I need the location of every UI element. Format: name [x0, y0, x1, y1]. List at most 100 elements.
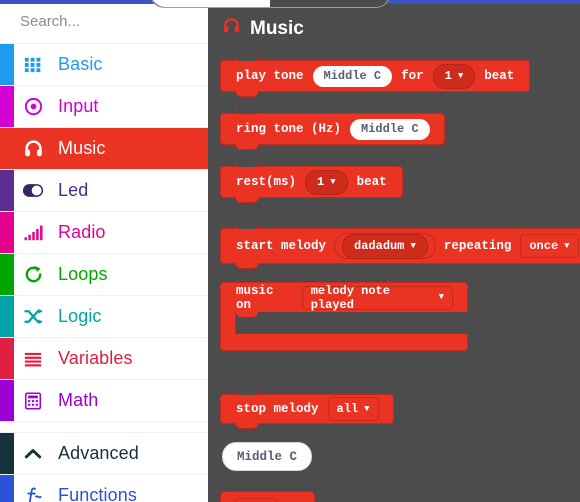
block-label: start melody: [236, 239, 327, 253]
makecode-editor: Basic Input: [0, 0, 580, 502]
sidebar-item-label: Variables: [58, 348, 133, 368]
sidebar-item-music[interactable]: Music: [0, 128, 208, 170]
signal-bars-icon: [22, 222, 44, 244]
headphones-icon: [22, 138, 44, 160]
chevron-down-icon: ▼: [564, 240, 570, 251]
block-rest-ms[interactable]: rest(ms) 1 ▼ beat: [220, 162, 403, 203]
block-play-tone[interactable]: play tone Middle C for 1 ▼ beat: [220, 56, 531, 97]
block-middle-c-reporter[interactable]: Middle C: [222, 442, 313, 471]
sidebar-item-label: Math: [58, 390, 99, 410]
target-icon: [22, 96, 44, 118]
lines-icon: [22, 348, 44, 370]
headphones-icon: [222, 16, 241, 41]
sidebar-item-led[interactable]: Led: [0, 170, 208, 212]
block-label: ring tone (Hz): [236, 122, 342, 136]
loop-arrow-icon: [22, 264, 44, 286]
chevron-down-icon: ▼: [410, 240, 416, 251]
field-value: melody note played: [310, 283, 390, 312]
chevron-down-icon: ▼: [364, 403, 370, 414]
block-label: repeating: [443, 239, 512, 253]
field-value: 1: [444, 69, 452, 83]
block-notch-bottom: [235, 91, 259, 97]
block-notch-top: [235, 162, 259, 167]
block-label: play tone: [236, 69, 304, 83]
field-beat-dropdown[interactable]: 1 ▼: [432, 63, 476, 89]
field-value: all: [336, 402, 359, 416]
field-repeat-dropdown[interactable]: once ▼: [520, 234, 579, 258]
sidebar-item-radio[interactable]: Radio: [0, 212, 208, 254]
field-value: once: [529, 239, 559, 253]
search-input[interactable]: [20, 13, 208, 30]
grid-icon: [22, 54, 44, 76]
sidebar-item-logic[interactable]: Logic: [0, 296, 208, 338]
block-music-on-mouth-notch: [236, 312, 258, 317]
sidebar-item-label: Logic: [58, 306, 102, 326]
sidebar-item-math[interactable]: Math: [0, 380, 208, 422]
category-color-bar: [0, 212, 14, 253]
field-partial-dropdown[interactable]: [235, 498, 277, 502]
toolbox-separator: [0, 422, 208, 433]
sidebar-item-advanced[interactable]: Advanced: [0, 433, 208, 475]
calculator-icon: [22, 390, 44, 412]
category-color-bar: [0, 380, 14, 421]
editor-tab-handle-left: [151, 0, 270, 7]
sidebar-item-input[interactable]: Input: [0, 86, 208, 128]
sidebar-item-label: Music: [58, 138, 106, 158]
sidebar-item-label: Advanced: [58, 443, 139, 463]
function-icon: [22, 485, 44, 502]
category-color-bar: [0, 296, 14, 337]
block-notch-bottom: [235, 423, 259, 429]
field-value: 1: [317, 175, 325, 189]
block-music-on[interactable]: music on melody note played ▼: [220, 282, 468, 351]
block-ring-tone[interactable]: ring tone (Hz) Middle C: [220, 109, 445, 150]
field-event-dropdown[interactable]: melody note played ▼: [301, 283, 453, 312]
field-note[interactable]: Middle C: [312, 65, 393, 87]
block-label: rest(ms): [236, 175, 297, 189]
block-stop-melody[interactable]: stop melody all ▼: [220, 390, 394, 429]
editor-tab-handle[interactable]: [150, 0, 390, 8]
block-music-on-arm: [220, 312, 236, 334]
flyout-title-label: Music: [250, 17, 304, 39]
toggle-icon: [22, 180, 44, 202]
sidebar-item-label: Radio: [58, 222, 106, 242]
block-label: beat: [484, 69, 515, 83]
category-color-bar: [0, 338, 14, 379]
block-label: for: [401, 69, 424, 83]
block-notch-top: [235, 109, 259, 114]
sidebar-item-label: Input: [58, 96, 99, 116]
category-color-bar: [0, 128, 14, 169]
field-melody-wrapper: dadadum ▼: [334, 233, 436, 259]
sidebar-item-variables[interactable]: Variables: [0, 338, 208, 380]
block-music-on-footer: [220, 334, 468, 351]
field-melody-dropdown[interactable]: dadadum ▼: [342, 233, 428, 259]
sidebar-item-label: Basic: [58, 54, 103, 74]
block-notch-bottom: [235, 144, 259, 150]
sidebar-item-functions[interactable]: Functions: [0, 475, 208, 502]
field-value: dadadum: [354, 239, 405, 253]
category-color-bar: [0, 86, 14, 127]
field-beat-dropdown[interactable]: 1 ▼: [305, 169, 348, 195]
category-list: Basic Input Music Led Radio Loops Logic …: [0, 44, 208, 502]
category-color-bar: [0, 170, 14, 211]
toolbox-sidebar: Basic Input: [0, 0, 208, 502]
category-color-bar: [0, 475, 14, 502]
chevron-down-icon: ▼: [438, 292, 444, 302]
category-color-bar: [0, 433, 14, 474]
category-color-bar: [0, 44, 14, 85]
sidebar-item-basic[interactable]: Basic: [0, 44, 208, 86]
chevron-down-icon: ▼: [457, 70, 464, 81]
block-start-melody[interactable]: start melody dadadum ▼ repeating once ▼: [220, 224, 580, 269]
block-music-on-header[interactable]: music on melody note played ▼: [220, 282, 468, 312]
block-notch-bottom: [235, 263, 259, 269]
category-color-bar: [0, 254, 14, 295]
sidebar-item-loops[interactable]: Loops: [0, 254, 208, 296]
field-note[interactable]: Middle C: [350, 118, 430, 140]
sidebar-item-label: Led: [58, 180, 89, 200]
block-notch-top: [235, 224, 259, 229]
block-label: stop melody: [236, 402, 319, 416]
block-notch-top: [235, 56, 259, 61]
block-partial-bottom[interactable]: [220, 491, 315, 502]
field-stop-target-dropdown[interactable]: all ▼: [327, 397, 379, 421]
block-flyout: Music play tone Middle C for 1 ▼ beat ri…: [208, 4, 580, 502]
block-label: beat: [356, 175, 387, 189]
